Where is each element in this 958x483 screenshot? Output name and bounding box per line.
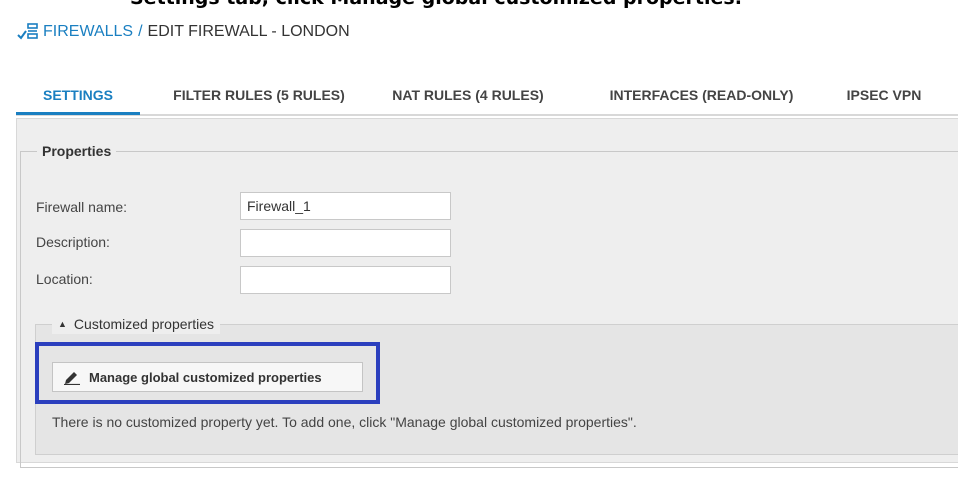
firewall-name-label: Firewall name: bbox=[36, 199, 128, 215]
instruction-text: Settings tab, click Manage global custom… bbox=[130, 0, 742, 9]
tab-nat-rules[interactable]: NAT RULES (4 RULES) bbox=[380, 84, 556, 112]
tab-filter-rules[interactable]: FILTER RULES (5 RULES) bbox=[156, 84, 362, 112]
page-title: EDIT FIREWALL - LONDON bbox=[147, 23, 350, 40]
tab-interfaces[interactable]: INTERFACES (READ-ONLY) bbox=[589, 84, 814, 112]
manage-button-label: Manage global customized properties bbox=[89, 369, 322, 385]
customized-properties-legend: Customized properties bbox=[73, 316, 214, 332]
triangle-up-icon: ▲ bbox=[58, 319, 67, 329]
location-label: Location: bbox=[36, 271, 93, 287]
tab-ipsec-vpn[interactable]: IPSEC VPN bbox=[834, 84, 934, 112]
breadcrumb-firewalls-link[interactable]: FIREWALLS bbox=[43, 23, 133, 41]
pencil-icon bbox=[64, 372, 80, 385]
location-input[interactable] bbox=[240, 266, 451, 294]
customized-properties-toggle[interactable]: ▲ Customized properties bbox=[52, 314, 220, 334]
breadcrumb-separator: / bbox=[138, 23, 143, 40]
tab-bar: SETTINGS FILTER RULES (5 RULES) NAT RULE… bbox=[16, 84, 958, 116]
properties-legend: Properties bbox=[42, 143, 112, 159]
firewall-name-input[interactable] bbox=[240, 192, 451, 220]
description-input[interactable] bbox=[240, 229, 451, 257]
breadcrumb: FIREWALLS / EDIT FIREWALL - LONDON bbox=[17, 21, 350, 43]
firewall-list-icon bbox=[17, 22, 39, 42]
manage-global-customized-properties-button[interactable]: Manage global customized properties bbox=[52, 362, 363, 392]
description-label: Description: bbox=[36, 234, 110, 250]
tab-settings[interactable]: SETTINGS bbox=[16, 84, 140, 115]
empty-customized-message: There is no customized property yet. To … bbox=[52, 414, 637, 430]
